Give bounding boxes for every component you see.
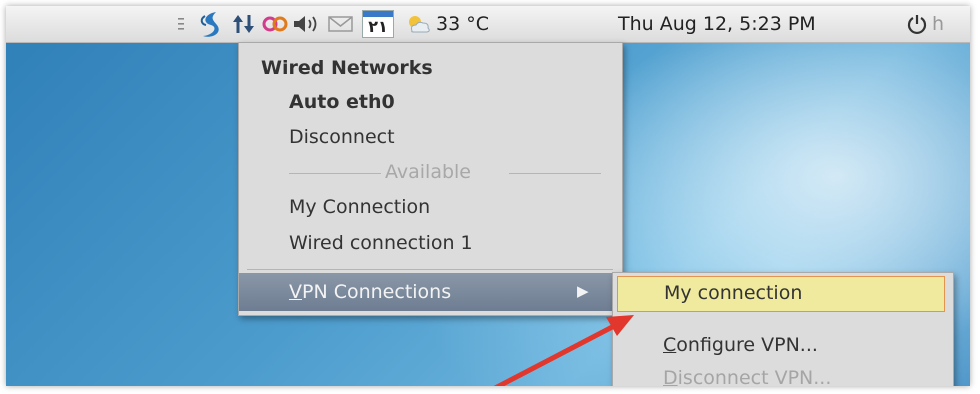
- vpn-separator: [247, 269, 613, 270]
- wired-connection-1-item[interactable]: Wired connection 1: [289, 232, 473, 254]
- disconnect-vpn-item: Disconnect VPN...: [663, 367, 831, 386]
- submenu-arrow-icon: ▶: [577, 282, 589, 300]
- volume-icon[interactable]: [292, 6, 322, 42]
- vpn-connections-item[interactable]: VPN Connections ▶: [239, 273, 622, 311]
- available-separator-left: [289, 173, 381, 174]
- wired-networks-header: Wired Networks: [261, 57, 433, 79]
- vpn-mnemonic: V: [289, 281, 302, 303]
- screenshot-frame: ٢١ 33 °C Thu Aug 12, 5:23 PM h Wired Net…: [6, 6, 970, 386]
- configure-label-rest: onfigure VPN...: [676, 334, 818, 356]
- panel-user-label[interactable]: h: [932, 6, 944, 42]
- available-separator-right: [509, 173, 601, 174]
- vpn-connections-label: VPN Connections: [289, 281, 451, 303]
- disconnect-item[interactable]: Disconnect: [289, 126, 395, 148]
- chat-icon[interactable]: [262, 6, 288, 42]
- app-logo-icon[interactable]: [196, 6, 226, 42]
- handle-icon[interactable]: [176, 6, 186, 42]
- configure-vpn-item[interactable]: Configure VPN...: [663, 334, 818, 356]
- network-menu: Wired Networks Auto eth0 Disconnect Avai…: [238, 42, 623, 316]
- my-connection-item[interactable]: My Connection: [289, 196, 430, 218]
- auto-eth0-item[interactable]: Auto eth0: [289, 91, 395, 113]
- calendar-day: ٢١: [368, 17, 388, 36]
- calendar-icon[interactable]: ٢١: [362, 6, 396, 42]
- power-icon[interactable]: [906, 6, 932, 42]
- my-connection-vpn-label: My connection: [664, 282, 803, 304]
- configure-mnemonic: C: [663, 334, 677, 356]
- mail-icon[interactable]: [328, 6, 356, 42]
- vpn-submenu: My connection Configure VPN... Disconnec…: [612, 272, 954, 386]
- weather-icon[interactable]: [406, 6, 432, 42]
- temperature-label[interactable]: 33 °C: [436, 6, 489, 42]
- network-arrows-icon[interactable]: [232, 6, 256, 42]
- top-panel: ٢١ 33 °C Thu Aug 12, 5:23 PM h: [6, 6, 970, 43]
- disconnect-mnemonic: D: [663, 367, 678, 386]
- vpn-label-rest: PN Connections: [302, 281, 452, 303]
- datetime-label[interactable]: Thu Aug 12, 5:23 PM: [618, 6, 816, 42]
- available-separator-label: Available: [385, 161, 472, 183]
- disconnect-label-rest: isconnect VPN...: [677, 367, 832, 386]
- my-connection-vpn-item[interactable]: My connection: [617, 276, 945, 312]
